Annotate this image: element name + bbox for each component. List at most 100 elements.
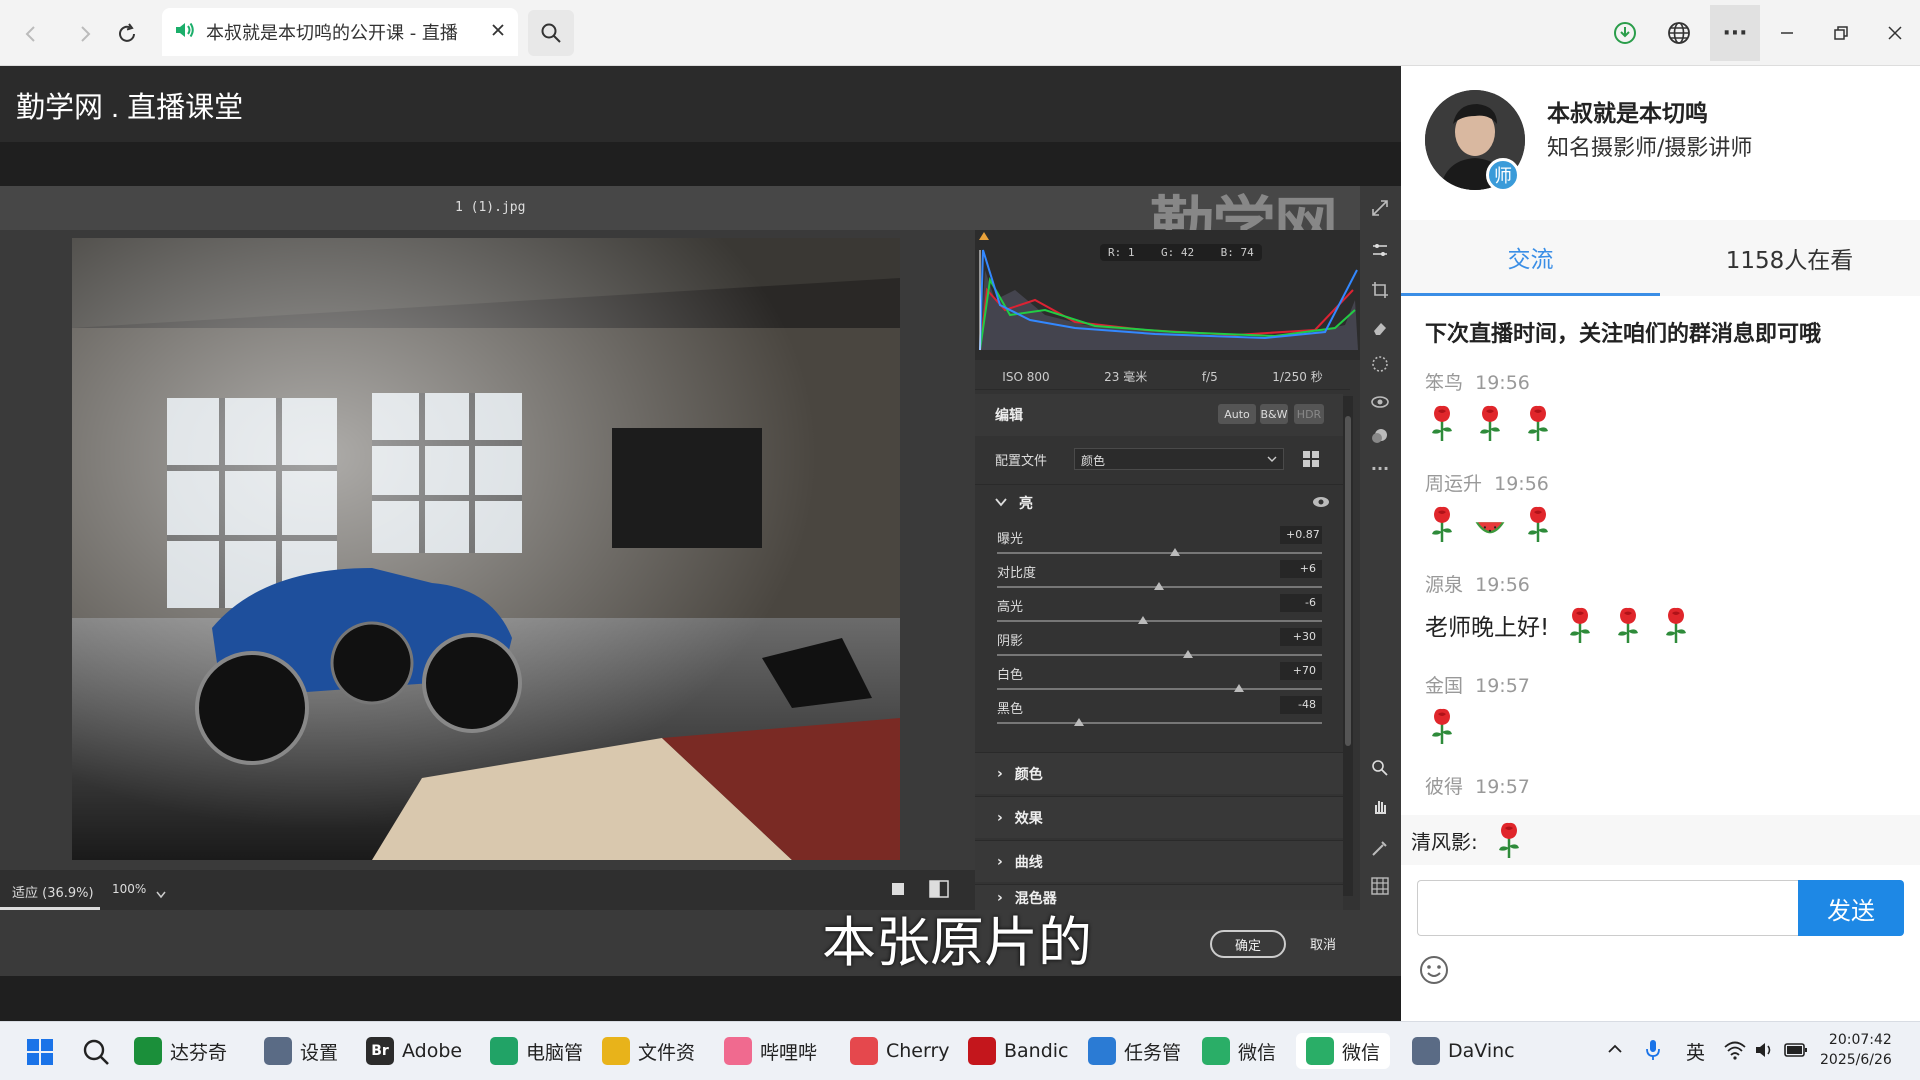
slider-5[interactable]: 黑色 -48 <box>997 696 1322 732</box>
chat-messages[interactable]: 下次直播时间，关注咱们的群消息即可哦 笨鸟 19:56 周运升 19:56 源泉 1… <box>1401 296 1920 815</box>
slider-value[interactable]: +70 <box>1280 662 1322 680</box>
effects-section[interactable]: › 效果 <box>975 796 1343 838</box>
system-clock[interactable]: 20:07:42 2025/6/26 <box>1820 1030 1892 1070</box>
hand-icon[interactable] <box>1368 794 1392 818</box>
ok-button[interactable]: 确定 <box>1210 930 1286 958</box>
bw-button[interactable]: B&W <box>1260 404 1288 424</box>
auto-button[interactable]: Auto <box>1218 404 1256 424</box>
taskbar-app[interactable]: 微信 <box>1296 1033 1391 1069</box>
message-time: 19:57 <box>1475 776 1530 798</box>
download-icon[interactable] <box>1602 10 1648 56</box>
ime-indicator[interactable]: 英 <box>1686 1038 1705 1065</box>
tab-chat[interactable]: 交流 <box>1401 220 1660 296</box>
slider-3[interactable]: 阴影 +30 <box>997 628 1322 664</box>
eye-icon[interactable] <box>1312 494 1330 513</box>
slider-1[interactable]: 对比度 +6 <box>997 560 1322 596</box>
color-section[interactable]: › 颜色 <box>975 752 1343 794</box>
taskbar-app[interactable]: 微信 <box>1202 1033 1276 1069</box>
taskbar-app[interactable]: 文件资 <box>602 1033 695 1069</box>
close-icon[interactable] <box>490 22 506 42</box>
taskbar-app[interactable]: 任务管 <box>1088 1033 1181 1069</box>
taskbar-search-icon[interactable] <box>82 1038 110 1070</box>
cancel-button[interactable]: 取消 <box>1310 934 1336 953</box>
panel-scrollbar[interactable] <box>1343 396 1353 896</box>
globe-icon[interactable] <box>1656 10 1702 56</box>
presets-icon[interactable] <box>1368 424 1392 448</box>
windows-start-icon[interactable] <box>26 1038 54 1070</box>
speaker-icon[interactable] <box>174 20 196 44</box>
more-icon[interactable]: ··· <box>1710 5 1760 61</box>
battery-icon[interactable] <box>1784 1042 1808 1062</box>
volume-icon[interactable] <box>1754 1040 1776 1064</box>
slider-label: 曝光 <box>997 532 1024 547</box>
slider-knob[interactable] <box>1073 718 1084 726</box>
profile-browser-icon[interactable] <box>1302 450 1320 472</box>
slider-2[interactable]: 高光 -6 <box>997 594 1322 630</box>
forward-icon[interactable] <box>68 17 102 51</box>
search-icon[interactable] <box>528 10 574 56</box>
wifi-icon[interactable] <box>1724 1040 1746 1064</box>
taskbar-app[interactable]: 设置 <box>264 1033 338 1069</box>
slider-knob[interactable] <box>1137 616 1148 624</box>
slider-knob[interactable] <box>1233 684 1244 692</box>
taskbar-app[interactable]: 哔哩哔 <box>724 1033 817 1069</box>
refresh-icon[interactable] <box>110 17 144 51</box>
slider-value[interactable]: +6 <box>1280 560 1322 578</box>
tab-viewers[interactable]: 1158人在看 <box>1660 220 1919 296</box>
taskbar-app[interactable]: Br Adobe <box>366 1033 462 1069</box>
redeye-icon[interactable] <box>1368 390 1392 414</box>
profile-select[interactable]: 颜色 <box>1074 448 1284 470</box>
hdr-button[interactable]: HDR <box>1294 404 1324 424</box>
eyedropper-icon[interactable] <box>1368 836 1392 860</box>
crop-icon[interactable] <box>1368 278 1392 302</box>
slider-knob[interactable] <box>1153 582 1164 590</box>
slider-track[interactable] <box>997 620 1322 622</box>
taskbar-app[interactable]: DaVinc <box>1412 1033 1515 1069</box>
taskbar-app[interactable]: 达芬奇 <box>134 1033 227 1069</box>
slider-value[interactable]: +30 <box>1280 628 1322 646</box>
window-close-icon[interactable] <box>1872 10 1918 56</box>
slider-0[interactable]: 曝光 +0.87 <box>997 526 1322 562</box>
curves-section[interactable]: › 曲线 <box>975 840 1343 882</box>
chevron-up-icon[interactable] <box>1606 1040 1624 1062</box>
slider-track[interactable] <box>997 688 1322 690</box>
restore-icon[interactable] <box>1818 10 1864 56</box>
slider-track[interactable] <box>997 654 1322 656</box>
slider-knob[interactable] <box>1169 548 1180 556</box>
browser-tab[interactable]: 本叔就是本切鸣的公开课 - 直播 <box>162 8 518 56</box>
emoji-icon[interactable] <box>1418 954 1450 986</box>
host-title: 知名摄影师/摄影讲师 <box>1547 136 1753 161</box>
zoom-fit[interactable]: 适应 (36.9%) <box>0 870 100 910</box>
chevron-down-icon <box>1267 456 1277 462</box>
message-time: 19:56 <box>1494 473 1549 495</box>
eraser-icon[interactable] <box>1368 316 1392 340</box>
app-label: Adobe <box>402 1040 463 1062</box>
slider-4[interactable]: 白色 +70 <box>997 662 1322 698</box>
slider-value[interactable]: -48 <box>1280 696 1322 714</box>
taskbar-app[interactable]: Cherry <box>850 1033 950 1069</box>
send-button[interactable]: 发送 <box>1798 880 1904 936</box>
garage-car-photo[interactable] <box>72 238 900 860</box>
zoom-icon[interactable] <box>1368 756 1392 780</box>
slider-value[interactable]: +0.87 <box>1280 526 1322 544</box>
microphone-icon[interactable] <box>1644 1038 1662 1066</box>
light-section-header[interactable]: 亮 <box>975 484 1343 520</box>
zoom-dropdown-icon[interactable] <box>156 884 166 903</box>
zoom-percent[interactable]: 100% <box>112 882 146 896</box>
slider-knob[interactable] <box>1182 650 1193 658</box>
more-tools-icon[interactable]: ··· <box>1368 456 1392 480</box>
grid-icon[interactable] <box>1368 874 1392 898</box>
slider-value[interactable]: -6 <box>1280 594 1322 612</box>
minimize-icon[interactable] <box>1764 10 1810 56</box>
mask-icon[interactable] <box>1368 352 1392 376</box>
expand-icon[interactable] <box>1368 196 1392 220</box>
taskbar-app[interactable]: 电脑管 <box>490 1033 583 1069</box>
chat-input[interactable] <box>1417 880 1799 936</box>
taskbar-app[interactable]: Bandic <box>968 1033 1069 1069</box>
slider-track[interactable] <box>997 552 1322 554</box>
teacher-badge: 师 <box>1486 158 1520 192</box>
slider-track[interactable] <box>997 722 1322 724</box>
app-icon <box>850 1037 878 1065</box>
back-icon[interactable] <box>14 17 48 51</box>
edit-sliders-icon[interactable] <box>1368 238 1392 262</box>
